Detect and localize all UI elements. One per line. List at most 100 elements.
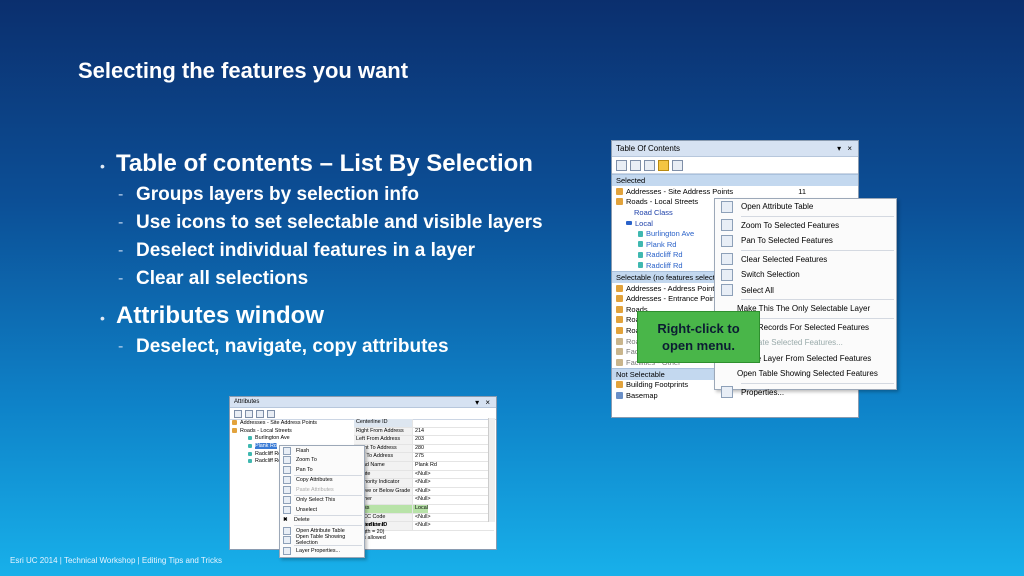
- sub-bullet: - Deselect, navigate, copy attributes: [118, 336, 449, 357]
- sub-bullet: - Clear all selections: [118, 268, 309, 289]
- layer-icon: [232, 420, 237, 426]
- menu-pan-to-selected[interactable]: Pan To Selected Features: [715, 233, 896, 249]
- menu-properties[interactable]: Properties...: [715, 385, 896, 401]
- select-all-icon: [721, 284, 733, 297]
- zoom-icon: [283, 456, 291, 465]
- feature-icon: [248, 451, 252, 456]
- list-by-source-icon[interactable]: [630, 159, 641, 171]
- feature-icon: [248, 443, 252, 448]
- selection-count: 11: [798, 186, 806, 196]
- menu-open-table-selected[interactable]: Open Table Showing Selected Features: [715, 366, 896, 382]
- menu-open-table-selection[interactable]: Open Table Showing Selection: [280, 534, 364, 546]
- window-controls[interactable]: ▾ ×: [475, 398, 492, 407]
- toc-title-bar: Table Of Contents ▾ ×: [612, 141, 858, 157]
- menu-unselect[interactable]: Unselect: [280, 505, 364, 515]
- section-selected[interactable]: Selected: [612, 174, 858, 186]
- layer-icon: [616, 358, 623, 366]
- sub-bullet: - Groups layers by selection info: [118, 184, 419, 205]
- layer-icon: [616, 295, 623, 303]
- zoom-icon: [721, 219, 733, 232]
- grid-row[interactable]: Authority Indicator <Null>: [354, 479, 494, 488]
- list-by-selection-icon[interactable]: [658, 159, 669, 171]
- layer-icon: [616, 348, 623, 356]
- layer-icon: [616, 316, 623, 324]
- grid-row[interactable]: Left From Address 203: [354, 436, 494, 445]
- bullet-dot: •: [100, 310, 105, 326]
- grid-row[interactable]: Owner<Null>: [354, 496, 494, 505]
- grid-row[interactable]: Right From Address 214: [354, 427, 494, 437]
- tree-feature[interactable]: Burlington Ave: [232, 434, 354, 442]
- table-icon: [721, 200, 733, 213]
- grid-row[interactable]: Left To Address 275: [354, 453, 494, 462]
- menu-pan-to[interactable]: Pan To: [280, 465, 364, 475]
- menu-copy-attributes[interactable]: Copy Attributes: [280, 476, 364, 486]
- pan-icon: [721, 234, 733, 247]
- toc-layer-row[interactable]: Addresses - Site Address Points 11: [612, 186, 858, 197]
- feature-icon: [248, 459, 252, 464]
- unselect-icon: [283, 505, 291, 514]
- options-icon[interactable]: [672, 159, 683, 171]
- grid-row[interactable]: CFCC Code <Null>: [354, 513, 494, 523]
- layer-icon: [616, 198, 623, 206]
- grid-row[interactable]: Road Name Plank Rd: [354, 461, 494, 471]
- copy-icon: [283, 476, 291, 485]
- attributes-title-bar: Attributes ▾ ×: [230, 397, 496, 408]
- layer-icon: [616, 337, 623, 345]
- grid-row[interactable]: ClassLocal: [354, 504, 494, 514]
- feature-icon: [638, 241, 643, 248]
- window-controls[interactable]: ▾ ×: [837, 144, 854, 153]
- feature-icon: [248, 436, 252, 441]
- feature-icon: [638, 230, 643, 237]
- layer-icon: [616, 187, 623, 195]
- bullet-list: • Table of contents – List By Selection -…: [100, 150, 620, 364]
- menu-select-all[interactable]: Select All: [715, 283, 896, 299]
- select-icon: [283, 496, 291, 505]
- menu-delete[interactable]: ✖ Delete: [280, 516, 364, 526]
- properties-icon: [283, 546, 291, 555]
- menu-only-select-this[interactable]: Only Select This: [280, 496, 364, 506]
- expand-icon[interactable]: [245, 409, 253, 418]
- sub-bullet: - Deselect individual features in a layer: [118, 240, 475, 261]
- attributes-scrollbar[interactable]: [488, 418, 495, 522]
- layer-icon: [616, 326, 623, 334]
- delete-icon: ✖: [283, 517, 288, 524]
- grid-row[interactable]: Above or Below Grade <Null>: [354, 487, 494, 497]
- sort-icon[interactable]: [234, 409, 242, 418]
- layer-options-icon[interactable]: [256, 409, 264, 418]
- menu-open-attribute-table[interactable]: Open Attribute Table: [715, 199, 896, 215]
- layer-icon: [616, 305, 623, 313]
- layer-icon: [232, 428, 237, 434]
- sub-bullet: - Use icons to set selectable and visible…: [118, 212, 543, 233]
- menu-switch-selection[interactable]: Switch Selection: [715, 267, 896, 283]
- bullet-item: • Attributes window: [100, 302, 324, 329]
- menu-layer-properties[interactable]: Layer Properties...: [280, 546, 364, 556]
- callout-box: Right-click to open menu.: [637, 311, 760, 363]
- list-by-visibility-icon[interactable]: [644, 159, 655, 171]
- grid-row[interactable]: Centerline ID: [354, 419, 494, 428]
- menu-zoom-to[interactable]: Zoom To: [280, 456, 364, 466]
- attributes-grid: Centerline ID Right From Address 214 Left…: [354, 419, 494, 531]
- menu-flash[interactable]: Flash: [280, 446, 364, 456]
- bullet-item: • Table of contents – List By Selection: [100, 150, 533, 177]
- feature-icon: [638, 262, 643, 269]
- layer-icon: [616, 381, 623, 389]
- paste-icon: [283, 485, 291, 494]
- toc-toolbar: [612, 157, 858, 174]
- grid-row[interactable]: Route<Null>: [354, 470, 494, 480]
- basemap-icon: [616, 391, 623, 399]
- grid-row[interactable]: Right To Address 280: [354, 444, 494, 454]
- layer-icon: [616, 284, 623, 292]
- menu-paste-attributes[interactable]: Paste Attributes: [280, 485, 364, 495]
- tree-layer[interactable]: Addresses - Site Address Points: [232, 419, 354, 427]
- switch-selection-icon: [721, 268, 733, 281]
- menu-dropdown-icon[interactable]: [267, 409, 275, 418]
- line-symbol-icon: [626, 221, 632, 226]
- slide-footer: Esri UC 2014 | Technical Workshop | Edit…: [10, 556, 222, 565]
- list-by-drawing-order-icon[interactable]: [616, 159, 627, 171]
- menu-clear-selected[interactable]: Clear Selected Features: [715, 252, 896, 268]
- bullet-dot: •: [100, 158, 105, 174]
- feature-icon: [638, 251, 643, 258]
- properties-icon: [721, 386, 733, 399]
- tree-layer[interactable]: Roads - Local Streets: [232, 427, 354, 435]
- menu-zoom-to-selected[interactable]: Zoom To Selected Features: [715, 218, 896, 234]
